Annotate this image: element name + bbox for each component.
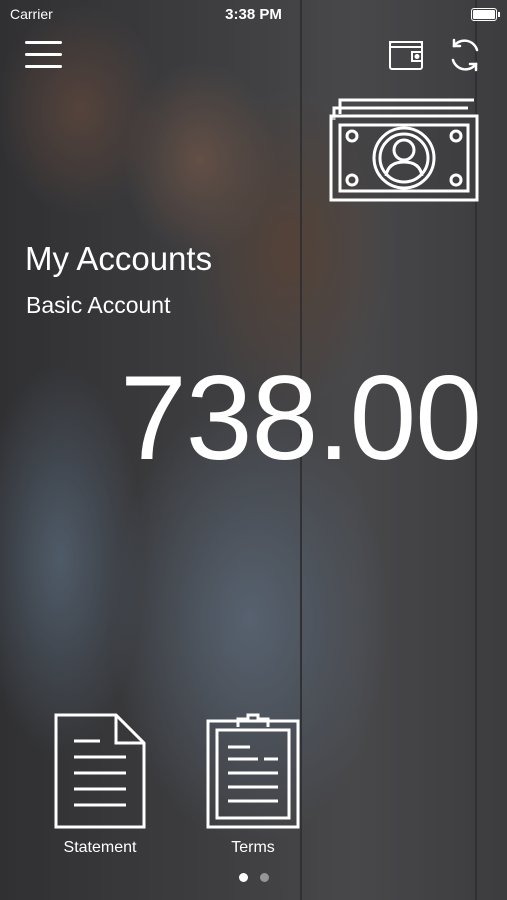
- money-icon: [328, 92, 480, 204]
- clipboard-icon: [206, 713, 300, 829]
- status-time: 3:38 PM: [225, 5, 282, 23]
- statement-button[interactable]: Statement: [40, 713, 160, 857]
- page-dot-active[interactable]: [238, 873, 248, 882]
- status-bar: Carrier 3:38 PM: [0, 0, 507, 28]
- page-title: My Accounts: [25, 240, 213, 277]
- account-balance: 738.00: [119, 351, 482, 485]
- statement-label: Statement: [63, 839, 137, 856]
- terms-button[interactable]: Terms: [193, 713, 313, 857]
- account-type-label: Basic Account: [26, 292, 171, 318]
- menu-icon[interactable]: [25, 38, 63, 72]
- page-indicator: [0, 873, 507, 882]
- refresh-icon[interactable]: [446, 36, 484, 74]
- page-dot[interactable]: [259, 873, 269, 882]
- battery-icon: [471, 7, 500, 21]
- terms-label: Terms: [231, 839, 275, 856]
- wallet-icon[interactable]: [388, 40, 424, 72]
- document-icon: [54, 713, 146, 829]
